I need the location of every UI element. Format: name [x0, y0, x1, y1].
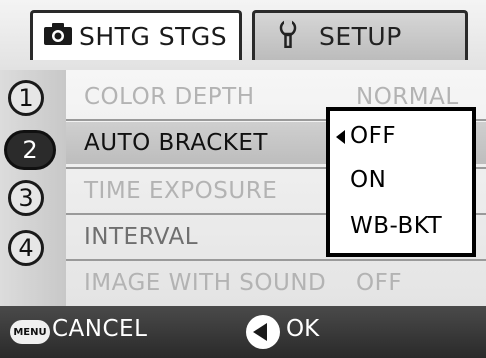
menu-button-icon[interactable]: MENU	[10, 320, 50, 344]
option-wb-bkt[interactable]: WB-BKT	[350, 213, 442, 239]
tab-bar: SHTG STGS SETUP	[0, 0, 486, 70]
camera-icon	[43, 22, 73, 52]
divider	[66, 259, 486, 261]
option-on[interactable]: ON	[350, 167, 386, 193]
selection-arrow-icon	[336, 130, 345, 144]
tab-shooting-settings[interactable]: SHTG STGS	[30, 10, 242, 60]
page-indicator-rail: 1 2 3 4	[0, 70, 66, 306]
tab-setup[interactable]: SETUP	[252, 10, 468, 60]
menu-item-value: OFF	[356, 270, 403, 296]
cancel-label[interactable]: CANCEL	[52, 316, 147, 342]
left-arrow-button-icon[interactable]	[246, 315, 280, 349]
auto-bracket-options: OFF ON WB-BKT	[326, 107, 476, 257]
wrench-icon	[275, 19, 301, 54]
camera-menu-screen: SHTG STGS SETUP 1 2 3 4 COLOR DEPTH NORM…	[0, 0, 486, 358]
menu-item-label: INTERVAL	[84, 224, 199, 250]
tab-label: SHTG STGS	[79, 22, 228, 51]
page-2-indicator[interactable]: 2	[4, 130, 56, 170]
menu-row-image-with-sound[interactable]: IMAGE WITH SOUND OFF	[66, 262, 486, 304]
menu-item-label: COLOR DEPTH	[84, 84, 255, 110]
menu-item-label: IMAGE WITH SOUND	[84, 270, 327, 296]
page-3-indicator[interactable]: 3	[8, 180, 44, 216]
button-guide-bar: MENU CANCEL OK	[0, 306, 486, 358]
tab-label: SETUP	[319, 22, 402, 51]
page-4-indicator[interactable]: 4	[8, 230, 44, 266]
menu-item-label: TIME EXPOSURE	[84, 178, 278, 204]
menu-item-label: AUTO BRACKET	[84, 130, 268, 156]
ok-label[interactable]: OK	[286, 316, 319, 342]
page-1-indicator[interactable]: 1	[8, 80, 44, 116]
option-off[interactable]: OFF	[350, 123, 396, 149]
